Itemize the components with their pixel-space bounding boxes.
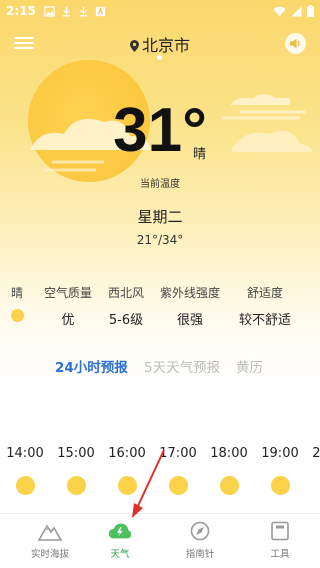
hour-time: 20:00 xyxy=(312,446,320,461)
hourly-forecast-list[interactable]: 14:00 15:00 16:00 17:00 18:00 19:00 20:0… xyxy=(0,446,320,506)
sun-icon xyxy=(66,476,86,495)
hour-time: 17:00 xyxy=(159,446,197,461)
sun-icon xyxy=(168,476,188,495)
stat-label: 晴 xyxy=(10,286,23,300)
city-name: 北京市 xyxy=(141,36,190,55)
stat-label: 紫外线强度 xyxy=(159,286,220,300)
tab-24-hour-forecast[interactable]: 24小时预报 xyxy=(55,356,128,376)
sun-icon xyxy=(219,476,239,495)
toolbox-icon xyxy=(268,520,292,542)
hour-time: 18:00 xyxy=(210,446,248,461)
hourly-item: 17:00 xyxy=(153,446,203,495)
weekday: 星期二 xyxy=(137,208,183,226)
top-header: 北京市 xyxy=(0,28,320,60)
hour-time: 15:00 xyxy=(57,446,95,461)
stat-label: 舒适度 xyxy=(246,286,283,300)
location-pin-icon xyxy=(129,40,139,52)
stat-wind: 西北风 5-6级 xyxy=(104,284,148,328)
hourly-item: 15:00 xyxy=(51,446,101,495)
voice-broadcast-button[interactable] xyxy=(285,33,306,54)
page-indicator-dot xyxy=(157,55,162,60)
sun-icon xyxy=(117,476,137,495)
current-temperature: 31° xyxy=(113,96,207,165)
hourly-item: 20:00 xyxy=(306,446,320,495)
nav-weather[interactable]: 天气 xyxy=(80,520,160,560)
hour-time: 16:00 xyxy=(108,446,146,461)
sun-dot-icon xyxy=(10,309,24,322)
nav-label: 实时海拔 xyxy=(30,549,69,560)
stat-label: 空气质量 xyxy=(43,286,92,300)
compass-icon xyxy=(188,520,212,542)
stat-condition: 晴 xyxy=(4,284,30,326)
stat-value: 5-6级 xyxy=(108,313,144,328)
temperature-range: 21°/34° xyxy=(136,233,184,247)
hourly-item: 19:00 xyxy=(255,446,305,495)
stat-value: 较不舒适 xyxy=(238,313,291,328)
nav-label: 天气 xyxy=(110,549,130,560)
weather-cloud-icon xyxy=(108,520,132,542)
city-selector[interactable]: 北京市 xyxy=(0,32,320,56)
nav-label: 指南针 xyxy=(185,549,215,560)
sun-icon xyxy=(15,476,35,495)
hour-time: 14:00 xyxy=(6,446,44,461)
mountain-icon xyxy=(38,520,62,542)
stat-value: 很强 xyxy=(176,313,203,328)
nav-tools[interactable]: 工具 xyxy=(240,520,320,560)
stat-air-quality: 空气质量 优 xyxy=(40,284,96,328)
stat-value: 优 xyxy=(61,313,75,328)
hourly-item: 18:00 xyxy=(204,446,254,495)
nav-altitude[interactable]: 实时海拔 xyxy=(10,520,90,560)
tab-5-day-forecast[interactable]: 5天天气预报 xyxy=(144,356,220,376)
bottom-navigation: 实时海拔 天气 指南针 工具 xyxy=(0,513,320,568)
hourly-item: 16:00 xyxy=(102,446,152,495)
nav-label: 工具 xyxy=(270,549,290,560)
speaker-icon xyxy=(289,38,300,49)
current-temperature-label: 当前温度 xyxy=(140,179,180,190)
sun-icon xyxy=(270,476,290,495)
stat-comfort: 舒适度 较不舒适 xyxy=(232,284,298,328)
nav-compass[interactable]: 指南针 xyxy=(160,520,240,560)
stat-uv-index: 紫外线强度 很强 xyxy=(158,284,222,328)
hour-time: 19:00 xyxy=(261,446,299,461)
tab-almanac[interactable]: 黄历 xyxy=(236,356,263,376)
stat-label: 西北风 xyxy=(107,286,144,300)
current-condition: 晴 xyxy=(193,147,207,162)
hourly-item: 14:00 xyxy=(0,446,50,495)
